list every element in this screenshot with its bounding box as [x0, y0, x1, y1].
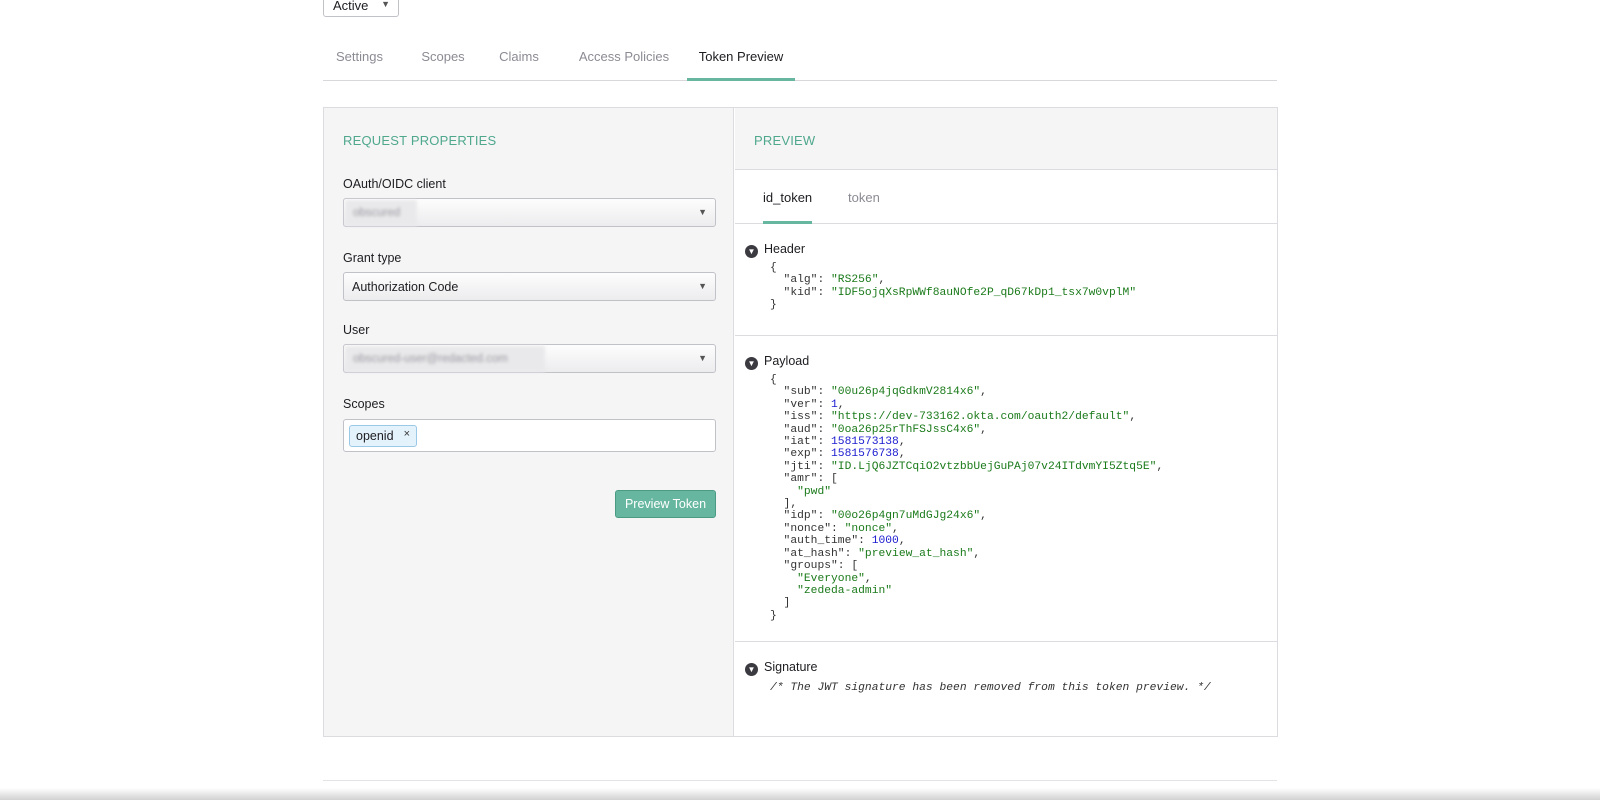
preview-title: PREVIEW	[754, 133, 816, 148]
tab-claims[interactable]: Claims	[488, 42, 550, 81]
grant-type-value: Authorization Code	[352, 280, 459, 294]
client-select[interactable]: obscured ▼	[343, 198, 716, 227]
client-label: OAuth/OIDC client	[343, 177, 446, 191]
status-value: Active	[333, 0, 369, 13]
payload-section: ▼ Payload { "sub": "00u26p4jqGdkmV2814x6"…	[735, 336, 1277, 642]
caret-down-icon: ▼	[698, 281, 707, 291]
preview-header: PREVIEW	[735, 108, 1277, 170]
header-alg: "RS256"	[831, 274, 879, 287]
payload-json: { "sub": "00u26p4jqGdkmV2814x6", "ver": …	[770, 374, 1164, 622]
scope-chip: openid ×	[349, 425, 417, 447]
preview-token-button[interactable]: Preview Token	[615, 490, 716, 518]
header-kid: "IDF5ojqXsRpWWf8auNOfe2P_qD67kDp1_tsx7w0…	[831, 286, 1137, 299]
payload-label: Payload	[764, 354, 810, 368]
user-label: User	[343, 323, 370, 337]
client-value: obscured	[345, 200, 417, 226]
request-properties-title: REQUEST PROPERTIES	[343, 133, 497, 148]
header-json: { "alg": "RS256", "kid": "IDF5ojqXsRpWWf…	[770, 262, 1137, 312]
header-toggle[interactable]: ▼ Header	[745, 242, 805, 258]
tab-scopes[interactable]: Scopes	[411, 42, 475, 81]
tab-access-policies[interactable]: Access Policies	[563, 42, 685, 81]
caret-down-icon: ▼	[381, 0, 390, 9]
payload-toggle[interactable]: ▼ Payload	[745, 354, 809, 370]
chevron-down-icon: ▼	[745, 663, 758, 676]
chevron-down-icon: ▼	[745, 245, 758, 258]
preview-area: PREVIEW id_token token ▼ Header { "alg": …	[735, 108, 1277, 736]
scope-chip-label: openid	[356, 429, 394, 443]
tab-token[interactable]: token	[848, 170, 882, 224]
tab-settings[interactable]: Settings	[323, 42, 396, 81]
caret-down-icon: ▼	[698, 207, 707, 217]
signature-section: ▼ Signature /* The JWT signature has been…	[735, 642, 1277, 736]
tab-id-token[interactable]: id_token	[763, 170, 812, 224]
status-select[interactable]: Active ▼	[323, 0, 399, 17]
divider	[323, 780, 1277, 781]
header-section: ▼ Header { "alg": "RS256", "kid": "IDF5oj…	[735, 224, 1277, 336]
header-label: Header	[764, 242, 805, 256]
window-shadow	[0, 788, 1600, 800]
tab-token-preview[interactable]: Token Preview	[687, 42, 795, 81]
caret-down-icon: ▼	[698, 353, 707, 363]
token-preview-panel: REQUEST PROPERTIES OAuth/OIDC client obs…	[323, 107, 1278, 737]
signature-toggle[interactable]: ▼ Signature	[745, 660, 818, 676]
token-type-tabs: id_token token	[735, 170, 1277, 224]
signature-label: Signature	[764, 660, 818, 674]
grant-type-label: Grant type	[343, 251, 402, 265]
grant-type-select[interactable]: Authorization Code ▼	[343, 272, 716, 301]
scopes-label: Scopes	[343, 397, 385, 411]
signature-comment: /* The JWT signature has been removed fr…	[770, 682, 1211, 694]
app-tabs: Settings Scopes Claims Access Policies T…	[323, 42, 1277, 81]
scopes-input[interactable]: openid ×	[343, 419, 716, 452]
user-select[interactable]: obscured-user@redacted.com ▼	[343, 344, 716, 373]
request-properties: REQUEST PROPERTIES OAuth/OIDC client obs…	[324, 108, 734, 736]
remove-scope-icon[interactable]: ×	[404, 428, 410, 440]
user-value: obscured-user@redacted.com	[345, 346, 545, 372]
chevron-down-icon: ▼	[745, 357, 758, 370]
